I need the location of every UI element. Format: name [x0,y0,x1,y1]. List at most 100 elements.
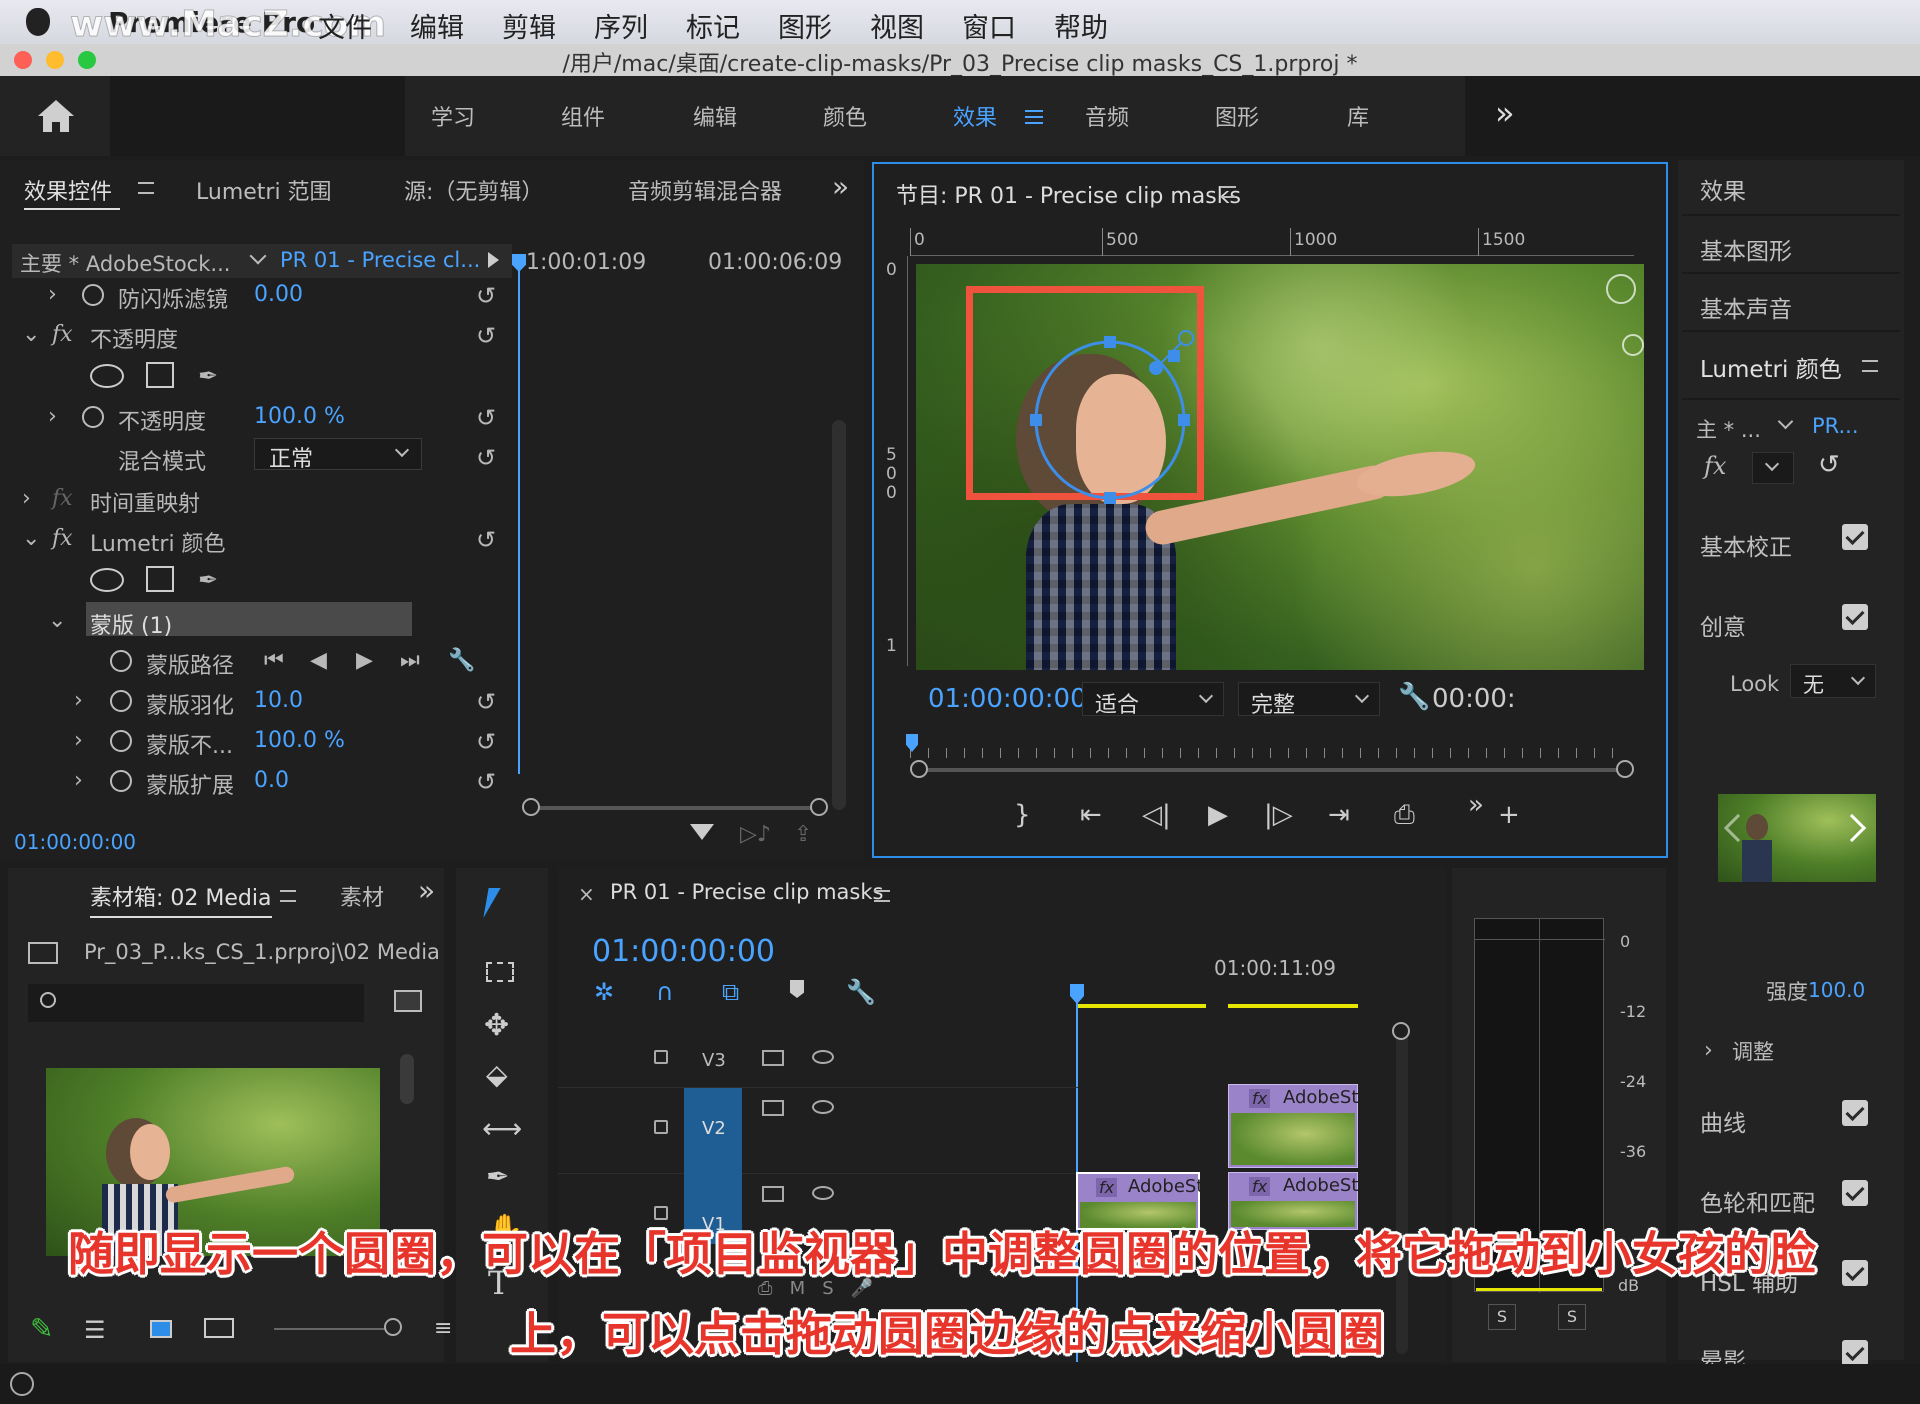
ripple-edit-tool-icon[interactable]: ✥ [484,1008,509,1043]
menu-help[interactable]: 帮助 [1054,6,1146,45]
track-backward-icon[interactable]: ⏮ [264,648,284,673]
section-color-wheels[interactable]: 色轮和匹配 [1700,1184,1815,1218]
ec-timecode[interactable]: 01:00:00:00 [14,830,136,854]
tab-effect-controls[interactable]: 效果控件 [24,174,112,206]
menu-file[interactable]: 文件 [318,6,410,45]
wrench-icon[interactable]: 🔧 [1398,682,1430,712]
solo-left-button[interactable]: S [1488,1304,1516,1330]
panel-menu-icon[interactable] [874,890,890,902]
adjust-label[interactable]: 调整 [1732,1036,1774,1066]
bin-menu-icon[interactable]: ≡ [434,1316,452,1341]
rectangle-mask-icon[interactable] [146,566,174,592]
workspace-more-button[interactable]: » [1495,94,1515,132]
panel-essential-graphics[interactable]: 基本图形 [1700,232,1792,266]
ellipse-mask-overlay[interactable] [916,264,1644,670]
program-time-ruler[interactable] [910,738,1630,758]
reset-icon[interactable]: ↺ [476,526,496,554]
stopwatch-icon[interactable] [82,284,104,306]
eye-icon[interactable] [812,1050,834,1064]
lumetri-clip-label[interactable]: PR... [1812,414,1859,438]
fit-select[interactable]: 适合 [1082,682,1224,718]
reset-icon[interactable]: ↺ [476,404,496,432]
panel-menu-icon[interactable] [280,890,296,902]
pen-mask-icon[interactable]: ✒ [198,362,218,390]
home-button[interactable] [0,76,110,156]
step-forward-icon[interactable]: |▷ [1264,800,1293,830]
section-curves[interactable]: 曲线 [1700,1104,1746,1138]
ec-playhead-handle[interactable] [512,254,526,272]
look-select[interactable]: 无 [1790,664,1876,698]
menu-marker[interactable]: 标记 [686,6,778,45]
more-buttons-icon[interactable]: » [1468,790,1484,820]
wrench-icon[interactable]: 🔧 [846,978,876,1006]
tab-source[interactable]: 源:（无剪辑） [404,174,543,206]
program-zoom-left-handle[interactable] [910,760,928,778]
film-icon[interactable] [762,1050,784,1066]
film-icon[interactable] [762,1186,784,1202]
timeline-clip[interactable]: fx AdobeSt [1228,1084,1358,1168]
tab-bin[interactable]: 素材箱: 02 Media [90,880,271,912]
tab-color[interactable]: 颜色 [823,100,867,132]
creative-cloud-icon[interactable] [10,1372,34,1396]
menu-clip[interactable]: 剪辑 [502,6,594,45]
mark-out-icon[interactable]: } [1014,800,1031,830]
bin-zoom-slider[interactable] [274,1328,386,1330]
tab-audio[interactable]: 音频 [1085,100,1129,132]
stopwatch-icon[interactable] [82,406,104,428]
bin-scrollbar[interactable] [400,1054,414,1104]
add-button-icon[interactable]: + [1498,800,1520,830]
folder-up-icon[interactable] [28,942,58,964]
selection-tool-icon[interactable] [483,888,513,918]
more-panels-icon[interactable]: » [418,874,435,907]
reset-icon[interactable]: ↺ [476,728,496,756]
stopwatch-icon[interactable] [110,650,132,672]
step-back-icon[interactable]: ◁| [1142,800,1171,830]
linked-selection-icon[interactable]: ⧉ [722,978,739,1006]
razor-tool-icon[interactable]: ⬙ [486,1058,508,1091]
tab-libraries[interactable]: 库 [1347,100,1369,132]
slip-tool-icon[interactable]: ⟷ [482,1112,522,1145]
menu-graphics[interactable]: 图形 [778,6,870,45]
vignette-checkbox[interactable] [1842,1340,1868,1366]
tab-audio-clip-mixer[interactable]: 音频剪辑混合器 [628,174,782,206]
quality-select[interactable]: 完整 [1238,682,1380,718]
go-to-out-icon[interactable]: ⇥ [1328,800,1350,830]
bin-zoom-handle[interactable] [384,1318,402,1336]
row-mask[interactable]: ⌄ 蒙版 (1) [0,600,512,640]
step-back-icon[interactable]: ◀ [310,648,327,673]
flicker-value[interactable]: 0.00 [254,282,303,307]
ec-zoom-right-handle[interactable] [810,798,828,816]
mask-opacity-value[interactable]: 100.0 % [254,728,345,753]
ec-zoom-left-handle[interactable] [522,798,540,816]
menu-sequence[interactable]: 序列 [594,6,686,45]
stopwatch-icon[interactable] [110,730,132,752]
chevron-down-icon[interactable] [249,247,267,265]
look-preview-thumbnail[interactable] [1718,794,1876,882]
program-zoom-right-handle[interactable] [1616,760,1634,778]
lock-icon[interactable] [654,1120,668,1134]
color-wheels-checkbox[interactable] [1842,1180,1868,1206]
menu-edit[interactable]: 编辑 [410,6,502,45]
add-marker-icon[interactable] [790,980,804,998]
menu-window[interactable]: 窗口 [962,6,1054,45]
ec-zoom-bar[interactable] [530,806,820,810]
rectangle-mask-icon[interactable] [146,362,174,388]
filter-icon[interactable] [690,824,714,840]
program-zoom-bar[interactable] [918,768,1618,772]
reset-icon[interactable]: ↺ [476,282,496,310]
creative-checkbox[interactable] [1842,604,1868,630]
close-tab-icon[interactable]: × [578,882,595,906]
panel-menu-icon[interactable] [1220,186,1236,198]
sequence-clip-label[interactable]: PR 01 - Precise cl... [280,248,480,272]
curves-checkbox[interactable] [1842,1100,1868,1126]
reset-icon[interactable]: ↺ [476,444,496,472]
blend-mode-select[interactable]: 正常 [254,438,422,472]
section-creative[interactable]: 创意 [1700,608,1746,642]
play-icon[interactable]: ▶ [1208,800,1228,830]
work-area-bar-2[interactable] [1228,1004,1358,1008]
list-view-icon[interactable]: ☰ [84,1316,106,1344]
timeline-vscroll[interactable] [1396,1024,1408,1354]
reset-icon[interactable]: ↺ [476,688,496,716]
panel-effects[interactable]: 效果 [1700,172,1746,206]
ec-playhead[interactable] [518,254,520,774]
